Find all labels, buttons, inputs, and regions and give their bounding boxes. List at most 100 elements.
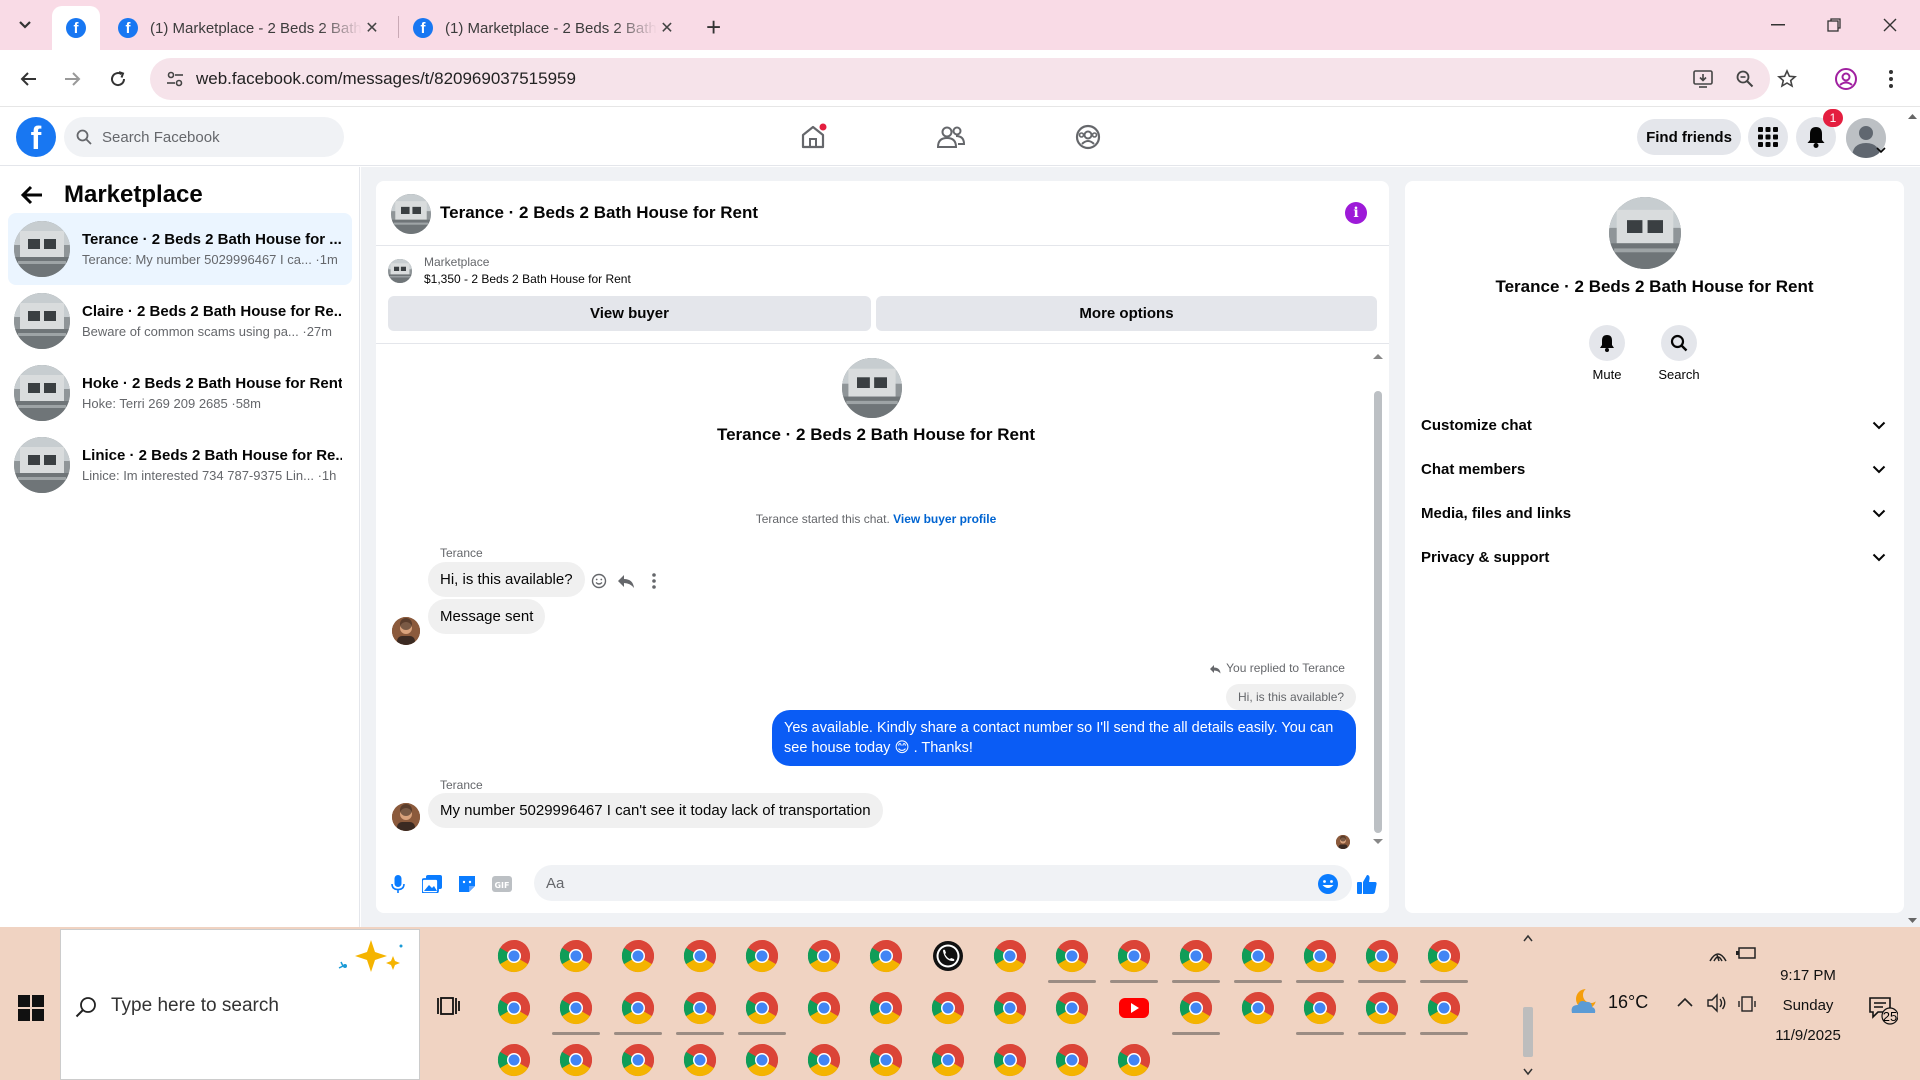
message-bubble[interactable]: Hi, is this available?	[428, 562, 585, 597]
chrome-app-icon[interactable]	[1427, 939, 1461, 973]
menu-grid-button[interactable]	[1748, 117, 1788, 157]
profile-button[interactable]	[1831, 64, 1861, 94]
restore-button[interactable]	[1814, 10, 1854, 40]
chrome-app-icon[interactable]	[497, 991, 531, 1025]
customize-chat-row[interactable]: Customize chat	[1421, 405, 1886, 445]
chrome-app-icon[interactable]	[745, 1043, 779, 1077]
message-bubble[interactable]: My number 5029996467 I can't see it toda…	[428, 793, 883, 828]
chrome-app-icon[interactable]	[621, 991, 655, 1025]
conversation-item-terance[interactable]: Terance · 2 Beds 2 Bath House for ... Te…	[8, 213, 352, 285]
react-emoji-icon[interactable]	[589, 571, 609, 591]
chrome-app-icon[interactable]	[1179, 939, 1213, 973]
scroll-down-icon[interactable]	[1371, 837, 1385, 847]
chrome-app-icon[interactable]	[559, 1043, 593, 1077]
chrome-app-icon[interactable]	[869, 939, 903, 973]
chrome-app-icon[interactable]	[621, 1043, 655, 1077]
chrome-app-icon[interactable]	[1117, 1043, 1151, 1077]
task-view-icon[interactable]	[437, 994, 461, 1018]
tab-close-icon[interactable]: ✕	[362, 18, 382, 38]
chat-members-row[interactable]: Chat members	[1421, 449, 1886, 489]
whatsapp-app-icon[interactable]	[931, 939, 965, 973]
privacy-support-row[interactable]: Privacy & support	[1421, 537, 1886, 577]
chrome-app-icon[interactable]	[683, 1043, 717, 1077]
quoted-message[interactable]: Hi, is this available?	[1226, 684, 1357, 710]
find-friends-button[interactable]: Find friends	[1637, 119, 1741, 155]
info-icon[interactable]: i	[1345, 202, 1367, 224]
taskbar-search-box[interactable]: Type here to search	[60, 929, 420, 1080]
reply-arrow-icon[interactable]	[616, 571, 636, 591]
chrome-app-icon[interactable]	[1055, 939, 1089, 973]
media-files-links-row[interactable]: Media, files and links	[1421, 493, 1886, 533]
sender-avatar[interactable]	[392, 617, 420, 645]
network-icon[interactable]	[1708, 945, 1728, 963]
tab-search-dropdown[interactable]	[10, 12, 40, 38]
minimize-button[interactable]	[1758, 10, 1798, 40]
more-options-button[interactable]: More options	[876, 296, 1377, 331]
chrome-app-icon[interactable]	[621, 939, 655, 973]
tab-marketplace-2[interactable]: f (1) Marketplace - 2 Beds 2 Bath House …	[401, 6, 689, 50]
emoji-icon[interactable]	[1316, 872, 1340, 896]
install-app-icon[interactable]	[1692, 68, 1714, 90]
message-bubble[interactable]: Message sent	[428, 599, 546, 634]
youtube-app-icon[interactable]	[1117, 991, 1151, 1025]
chrome-app-icon[interactable]	[993, 939, 1027, 973]
view-buyer-button[interactable]: View buyer	[388, 296, 871, 331]
chrome-app-icon[interactable]	[1365, 939, 1399, 973]
chrome-app-icon[interactable]	[1303, 991, 1337, 1025]
chrome-app-icon[interactable]	[559, 939, 593, 973]
account-chevron-icon[interactable]	[1876, 147, 1886, 154]
microphone-icon[interactable]	[386, 872, 410, 896]
browser-menu-button[interactable]	[1876, 64, 1906, 94]
sticker-icon[interactable]	[455, 872, 479, 896]
chrome-app-icon[interactable]	[931, 1043, 965, 1077]
chat-scrollbar[interactable]	[1374, 391, 1382, 833]
facebook-logo[interactable]: f	[16, 117, 56, 157]
sent-message-bubble[interactable]: Yes available. Kindly share a contact nu…	[772, 710, 1356, 766]
conversation-item-hoke[interactable]: Hoke · 2 Beds 2 Bath House for Rent Hoke…	[8, 357, 352, 429]
facebook-search-input[interactable]: Search Facebook	[64, 117, 344, 157]
view-buyer-profile-link[interactable]: View buyer profile	[893, 512, 996, 526]
chrome-app-icon[interactable]	[1303, 939, 1337, 973]
chrome-app-icon[interactable]	[1055, 991, 1089, 1025]
clock-day[interactable]: Sunday	[1772, 997, 1844, 1014]
chrome-app-icon[interactable]	[1055, 1043, 1089, 1077]
conversation-item-linice[interactable]: Linice · 2 Beds 2 Bath House for Re... L…	[8, 429, 352, 501]
chrome-app-icon[interactable]	[869, 991, 903, 1025]
windows-start-icon[interactable]	[18, 995, 44, 1021]
friends-nav-button[interactable]	[931, 119, 971, 155]
chrome-app-icon[interactable]	[869, 1043, 903, 1077]
chrome-app-icon[interactable]	[745, 939, 779, 973]
clock-time[interactable]: 9:17 PM	[1772, 967, 1844, 984]
chrome-app-icon[interactable]	[931, 991, 965, 1025]
bookmark-star-icon[interactable]	[1776, 68, 1798, 90]
chrome-app-icon[interactable]	[1241, 991, 1275, 1025]
new-tab-button[interactable]: +	[706, 12, 721, 43]
mute-button[interactable]: Mute	[1577, 325, 1637, 382]
chrome-app-icon[interactable]	[559, 991, 593, 1025]
battery-icon[interactable]	[1736, 945, 1758, 961]
thumbs-up-icon[interactable]	[1355, 872, 1379, 896]
chrome-app-icon[interactable]	[993, 1043, 1027, 1077]
forward-button[interactable]	[58, 64, 88, 94]
chat-title[interactable]: Terance · 2 Beds 2 Bath House for Rent	[440, 203, 758, 223]
chrome-app-icon[interactable]	[683, 991, 717, 1025]
show-hidden-icons-chevron[interactable]	[1677, 997, 1693, 1007]
home-nav-button[interactable]	[793, 119, 833, 155]
chrome-app-icon[interactable]	[1179, 991, 1213, 1025]
photo-icon[interactable]	[420, 872, 444, 896]
sender-avatar[interactable]	[392, 803, 420, 831]
scroll-up-icon[interactable]	[1371, 351, 1385, 361]
tab-close-icon[interactable]: ✕	[657, 18, 677, 38]
conversation-item-claire[interactable]: Claire · 2 Beds 2 Bath House for Re... B…	[8, 285, 352, 357]
more-actions-icon[interactable]	[644, 571, 664, 591]
chrome-app-icon[interactable]	[1427, 991, 1461, 1025]
speaker-icon[interactable]	[1706, 993, 1728, 1013]
notification-center-button[interactable]: 25	[1868, 995, 1898, 1025]
chrome-app-icon[interactable]	[497, 939, 531, 973]
address-bar[interactable]: web.facebook.com/messages/t/820969037515…	[150, 58, 1797, 100]
chrome-app-icon[interactable]	[1241, 939, 1275, 973]
message-input[interactable]: Aa	[534, 865, 1352, 901]
chrome-app-icon[interactable]	[683, 939, 717, 973]
gif-icon[interactable]: GIF	[490, 872, 514, 896]
tab-marketplace-1[interactable]: f (1) Marketplace - 2 Beds 2 Bath House …	[106, 6, 394, 50]
